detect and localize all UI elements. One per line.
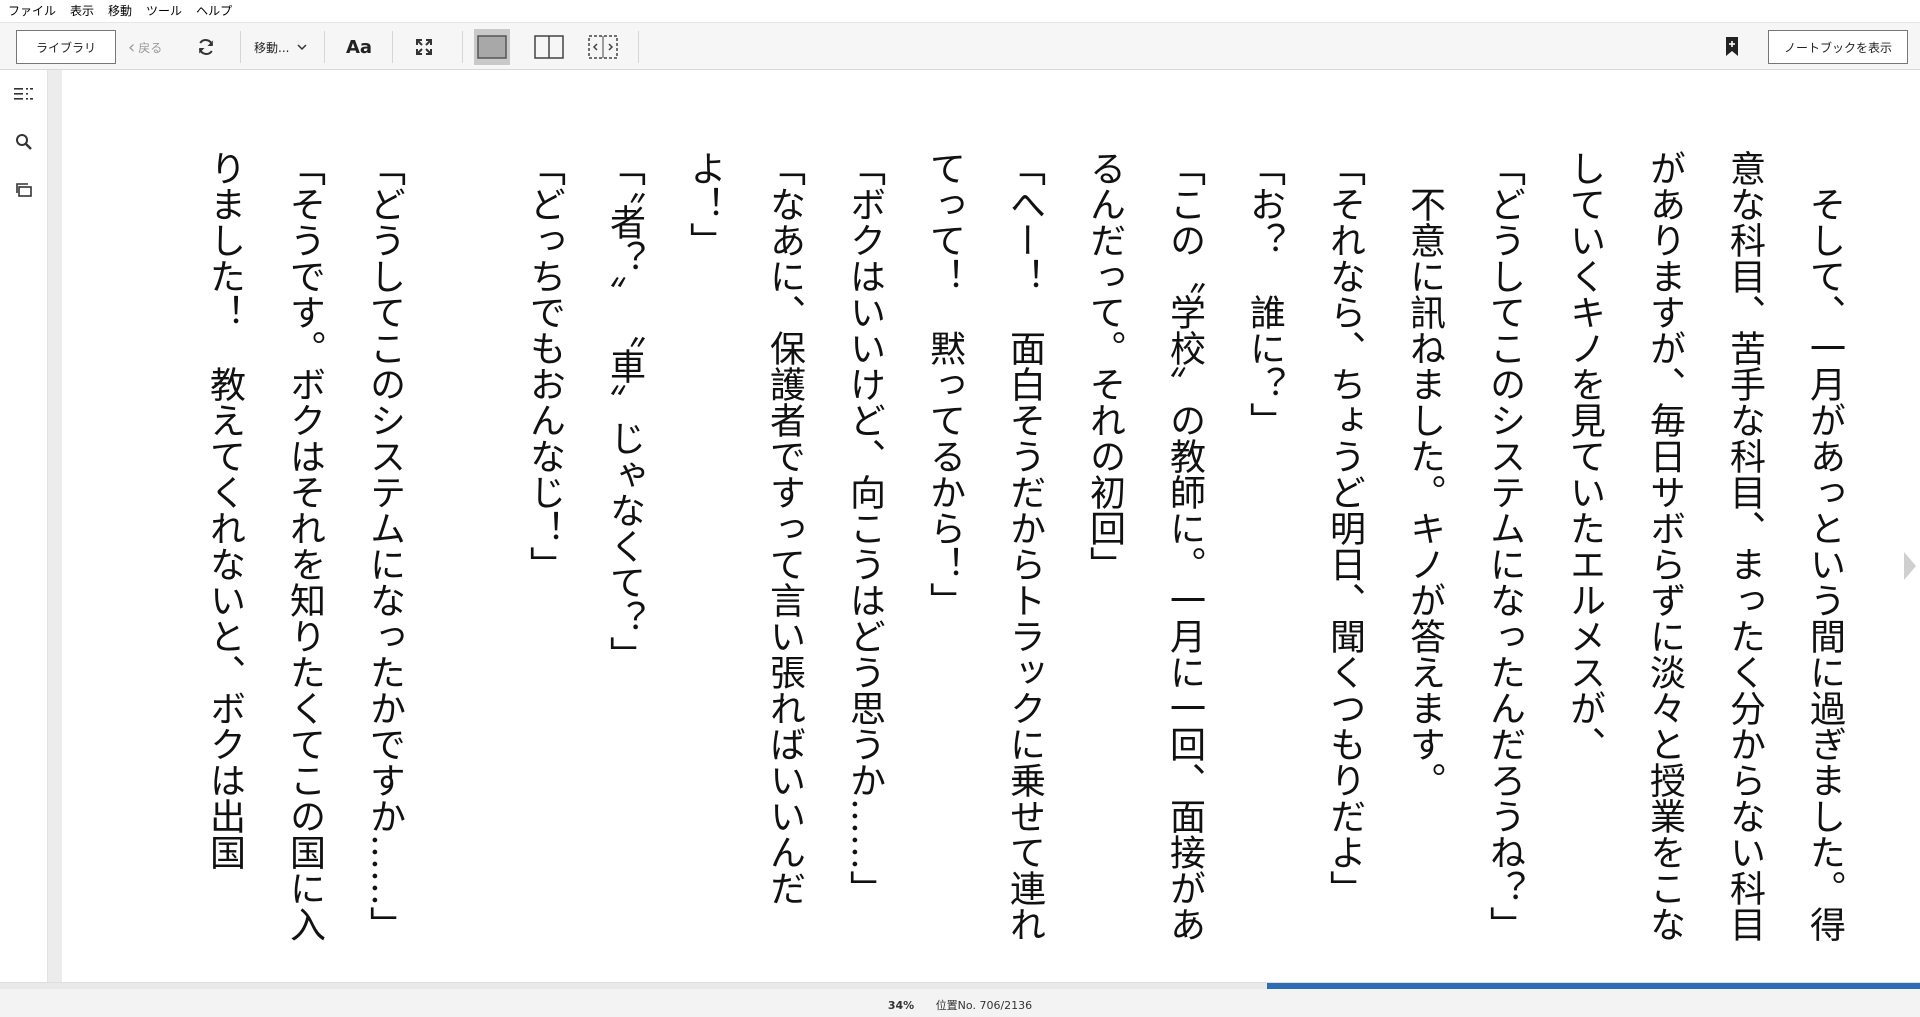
- progress-track[interactable]: [0, 983, 1920, 989]
- text-paragraph: 「それなら、ちょうど明日、聞くつもりだよ」: [1324, 150, 1365, 906]
- back-button[interactable]: ‹ 戻る: [128, 23, 162, 71]
- location-number: 位置No. 706/2136: [935, 999, 1033, 1012]
- toolbar: ライブラリ ‹ 戻る 移動... Aa ノートブックを表示: [0, 22, 1920, 70]
- reading-progress-bar: [1267, 983, 1920, 989]
- single-page-icon: [477, 35, 507, 59]
- two-page-icon: [534, 35, 564, 59]
- menu-bar: ファイル 表示 移動 ツール ヘルプ: [0, 0, 1920, 22]
- menu-file[interactable]: ファイル: [0, 0, 63, 22]
- menu-view[interactable]: 表示: [63, 0, 101, 22]
- library-button[interactable]: ライブラリ: [16, 30, 116, 64]
- bookmark-button[interactable]: [1724, 23, 1740, 71]
- chevron-down-icon: [297, 44, 307, 51]
- status-bar: 34% 位置No. 706/2136: [0, 982, 1920, 1017]
- text-paragraph: 「どっちでもおんなじ！」: [524, 150, 565, 582]
- chevron-left-icon: ‹: [128, 36, 136, 58]
- progress-percent: 34%: [887, 999, 915, 1012]
- text-paragraph: 「お？ 誰に？」: [1244, 150, 1285, 438]
- text-paragraph: 「そうです。ボクはそれを知りたくてこの国に入りました！ 教えてくれないと、ボクは…: [204, 150, 325, 942]
- text-paragraph: 「〝者？〟 〝車〟じゃなくて？」: [604, 150, 645, 672]
- text-paragraph: 「なあに、保護者ですって言い張ればいいんだよ！」: [684, 150, 805, 906]
- goto-label: 移動...: [254, 40, 290, 55]
- fit-width-icon: [588, 35, 618, 59]
- text-paragraph: 「ボクはいいけど、向こうはどう思うか……」: [844, 150, 885, 906]
- bookmark-add-icon: [1726, 37, 1738, 56]
- search-icon[interactable]: [12, 130, 36, 154]
- text-paragraph: 不意に訊ねました。キノが答えます。: [1404, 150, 1445, 798]
- text-paragraph: 「へー！ 面白そうだからトラックに乗せて連れてって！ 黙ってるから！」: [924, 150, 1045, 942]
- text-paragraph: そして、一月があっという間に過ぎました。得意な科目、苦手な科目、まったく分からな…: [1564, 150, 1845, 942]
- fullscreen-button[interactable]: [414, 23, 434, 71]
- refresh-icon: [199, 39, 213, 55]
- book-text: そして、一月があっという間に過ぎました。得意な科目、苦手な科目、まったく分からな…: [104, 150, 1864, 950]
- text-paragraph: 「どうしてこのシステムになったかですか……」: [364, 150, 405, 942]
- show-notebook-button[interactable]: ノートブックを表示: [1768, 30, 1908, 64]
- toolbar-divider: [324, 31, 325, 63]
- fullscreen-icon: [416, 39, 432, 55]
- goto-dropdown[interactable]: 移動...: [254, 23, 309, 71]
- location-info: 34% 位置No. 706/2136: [0, 997, 1920, 1013]
- menu-go[interactable]: 移動: [101, 0, 139, 22]
- left-sidebar: [0, 70, 48, 982]
- toolbar-divider: [240, 31, 241, 63]
- sync-button[interactable]: [196, 23, 216, 71]
- table-of-contents-icon[interactable]: [12, 82, 36, 106]
- flashcards-icon[interactable]: [12, 178, 36, 202]
- text-paragraph: [424, 150, 504, 950]
- toolbar-divider: [638, 31, 639, 63]
- two-page-view-button[interactable]: [534, 23, 564, 71]
- menu-help[interactable]: ヘルプ: [189, 0, 239, 22]
- text-paragraph: 「この〝学校〟の教師に。一月に一回、面接があるんだって。それの初回」: [1084, 150, 1205, 942]
- toolbar-divider: [462, 31, 463, 63]
- text-paragraph: 「どうしてこのシステムになったんだろうね？」: [1484, 150, 1525, 942]
- menu-tools[interactable]: ツール: [139, 0, 189, 22]
- toolbar-divider: [392, 31, 393, 63]
- font-settings-button[interactable]: Aa: [346, 23, 372, 71]
- back-label: 戻る: [138, 40, 163, 55]
- single-page-view-button[interactable]: [474, 29, 510, 65]
- page-gutter: [48, 70, 62, 982]
- fit-width-view-button[interactable]: [588, 23, 618, 71]
- next-page-arrow-icon[interactable]: [1904, 552, 1916, 580]
